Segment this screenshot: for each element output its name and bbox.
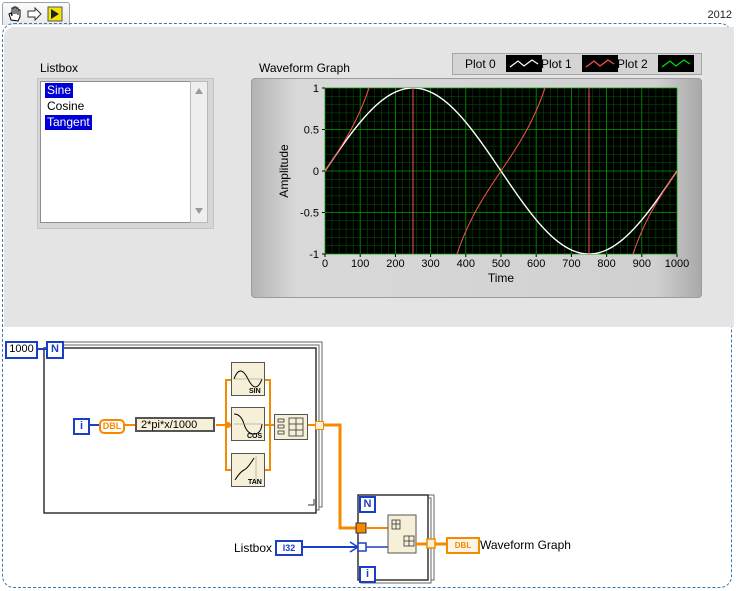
- waveform-graph[interactable]: 0 100 200 300 400 500 600 700 800 900 1000 1 0.5 0 -0.…: [251, 78, 700, 296]
- legend-plot1-swatch[interactable]: [582, 55, 618, 72]
- y-tick-label: 1: [313, 83, 319, 95]
- svg-text:COS: COS: [247, 433, 263, 440]
- inner-loop-count-terminal: N: [359, 496, 376, 513]
- x-tick-label: 600: [527, 258, 545, 270]
- x-tick-label: 900: [633, 258, 651, 270]
- svg-text:SIN: SIN: [249, 388, 261, 395]
- x-tick-label: 800: [597, 258, 615, 270]
- x-tick-label: 300: [421, 258, 439, 270]
- to-double-node[interactable]: DBL: [99, 419, 125, 434]
- plot-legend: Plot 0 Plot 1 Plot 2: [452, 53, 702, 75]
- waveform-graph-terminal[interactable]: DBL: [446, 537, 480, 554]
- listbox-terminal-label: Listbox: [234, 541, 273, 555]
- x-tick-label: 400: [457, 258, 475, 270]
- run-icon[interactable]: [46, 5, 64, 23]
- y-tick-label: 0: [313, 166, 319, 178]
- loop-count-constant[interactable]: 1000: [5, 341, 38, 359]
- formula-node[interactable]: 2*pi*x/1000: [135, 417, 215, 432]
- legend-plot2-swatch[interactable]: [658, 55, 694, 72]
- block-diagram: [34, 341, 446, 584]
- listbox-terminal[interactable]: I32: [275, 540, 303, 556]
- legend-plot2-label: Plot 2: [617, 57, 648, 71]
- legend-plot0-swatch[interactable]: [506, 55, 542, 72]
- loop-iteration-terminal: i: [73, 418, 90, 435]
- x-tick-label: 700: [562, 258, 580, 270]
- scroll-up-icon: [195, 88, 203, 94]
- output-tunnel: [315, 421, 324, 430]
- inner-loop-iteration-terminal: i: [359, 566, 376, 583]
- tangent-node[interactable]: TAN: [231, 453, 265, 487]
- build-array-node[interactable]: [274, 414, 308, 440]
- y-axis-label: Amplitude: [277, 144, 291, 198]
- sine-node[interactable]: SIN: [231, 362, 265, 396]
- array-tunnel: [355, 522, 367, 534]
- x-tick-label: 200: [386, 258, 404, 270]
- arrow-icon[interactable]: [26, 5, 44, 23]
- loop-count-terminal: N: [46, 341, 64, 359]
- listbox-label: Listbox: [40, 61, 79, 75]
- listbox-item-tangent[interactable]: Tangent: [45, 115, 92, 130]
- x-axis-label: Time: [488, 271, 515, 285]
- toolbar-tab: [2, 2, 70, 25]
- listbox-item-sine[interactable]: Sine: [45, 83, 74, 98]
- y-tick-label: -0.5: [300, 208, 319, 220]
- y-tick-label: -1: [309, 249, 319, 261]
- x-tick-label: 500: [492, 258, 510, 270]
- listbox[interactable]: Sine Cosine Tangent: [40, 81, 197, 223]
- scroll-down-icon: [195, 208, 203, 214]
- listbox-item-cosine[interactable]: Cosine: [45, 99, 86, 114]
- graph-label: Waveform Graph: [259, 61, 350, 75]
- svg-text:TAN: TAN: [248, 479, 262, 486]
- cosine-node[interactable]: COS: [231, 407, 265, 441]
- index-tunnel: [357, 542, 367, 552]
- x-tick-label: 0: [322, 258, 328, 270]
- legend-plot1-label: Plot 1: [541, 57, 572, 71]
- waveform-graph-terminal-label: Waveform Graph: [480, 538, 571, 552]
- x-tick-label: 100: [351, 258, 369, 270]
- version-label: 2012: [707, 9, 732, 21]
- y-tick-label: 0.5: [304, 125, 319, 137]
- x-tick-label: 1000: [665, 258, 689, 270]
- legend-plot0-label: Plot 0: [465, 57, 496, 71]
- hand-icon[interactable]: [6, 5, 24, 23]
- listbox-scrollbar[interactable]: [190, 81, 208, 223]
